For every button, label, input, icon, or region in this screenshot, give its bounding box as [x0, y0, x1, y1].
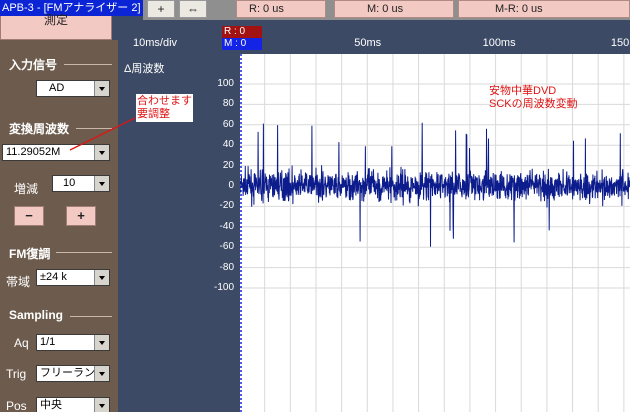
x-tick-label: 100ms — [482, 37, 516, 49]
y-tick-label: -100 — [213, 282, 234, 293]
y-tick-label: -40 — [219, 220, 234, 232]
y-tick-label: 0 — [228, 180, 234, 191]
x-tick-label: 50ms — [354, 37, 382, 49]
y-tick-label: -80 — [219, 261, 234, 273]
annotation-arrow — [69, 117, 136, 151]
note-line-1: 安物中華DVD — [489, 85, 557, 97]
y-tick-label: -20 — [219, 200, 234, 212]
arrow-line — [69, 117, 136, 151]
note-annotation: 安物中華DVD SCKの周波数変動 — [488, 84, 579, 112]
y-tick-label: 80 — [222, 98, 234, 110]
x-tick-label: 150ms — [610, 37, 630, 49]
y-tick-label: 40 — [222, 139, 234, 151]
app-window: + ⇔ R: 0 us M: 0 us M-R: 0 us APB-3 - [F… — [0, 0, 630, 412]
note-line-2: SCKの周波数変動 — [489, 98, 578, 110]
y-tick-label: 100 — [217, 78, 234, 89]
y-tick-label: 20 — [222, 159, 234, 171]
y-tick-label: -60 — [219, 241, 234, 253]
y-tick-label: 60 — [222, 118, 234, 130]
